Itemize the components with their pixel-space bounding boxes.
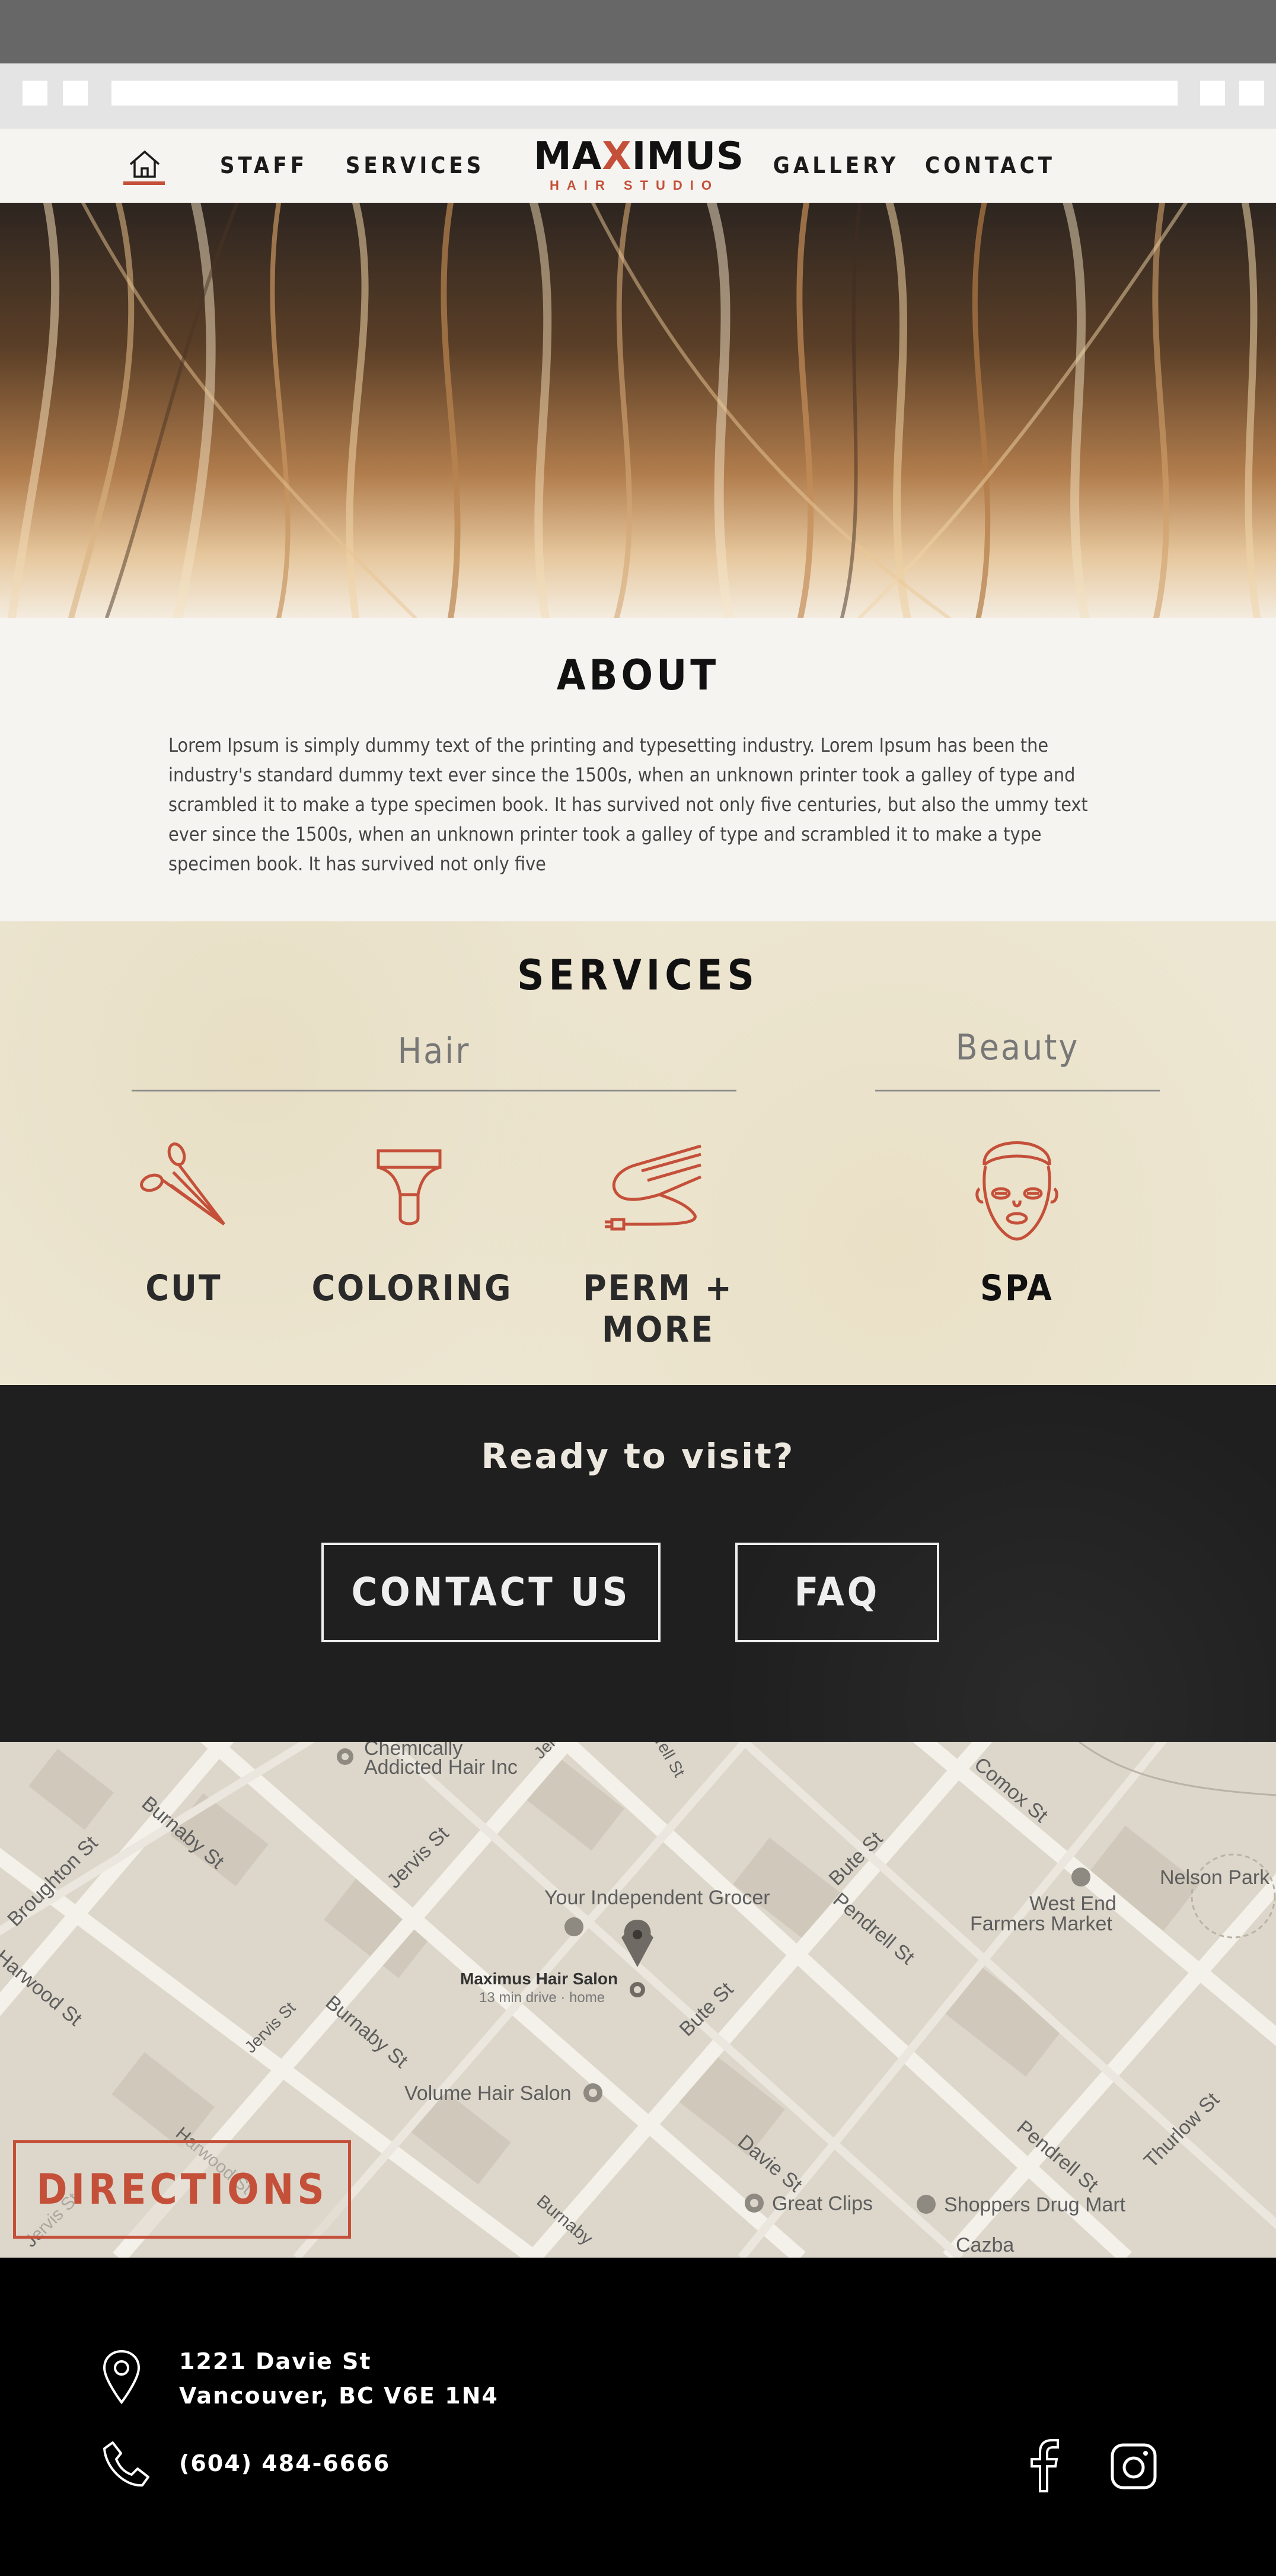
browser-back-button[interactable] [23, 81, 47, 106]
services-title: SERVICES [517, 951, 759, 1000]
map-label-farmers: Farmers Market [970, 1913, 1112, 1935]
logo-subtitle: HAIR STUDIO [550, 178, 719, 193]
footer-address-line2: Vancouver, BC V6E 1N4 [179, 2383, 499, 2409]
map-label-drive: 13 min drive · home [479, 1990, 605, 2006]
service-perm-more[interactable]: PERM + MORE [534, 1268, 783, 1351]
map-label-nelson: Nelson Park [1160, 1866, 1270, 1889]
nav-gallery[interactable]: GALLERY [771, 129, 901, 203]
map-label-maximus[interactable]: Maximus Hair Salon [460, 1969, 618, 1988]
map-label-shoppers: Shoppers Drug Mart [944, 2194, 1126, 2216]
logo[interactable]: MAXIMUS HAIR STUDIO [534, 135, 745, 197]
map-label-cazba: Cazba [956, 2234, 1015, 2256]
nav-staff[interactable]: STAFF [213, 129, 314, 203]
category-hair: Hair [397, 1030, 471, 1072]
about-text: Lorem Ipsum is simply dummy text of the … [168, 734, 1088, 875]
service-coloring[interactable]: COLORING [308, 1268, 516, 1309]
face-mask-icon[interactable] [972, 1129, 1061, 1242]
service-cut[interactable]: CUT [95, 1268, 273, 1309]
browser-extension-button[interactable] [1239, 81, 1264, 106]
active-nav-indicator [123, 181, 165, 185]
category-beauty-divider [875, 1090, 1160, 1091]
about-title: ABOUT [556, 651, 720, 700]
hair-straightener-icon[interactable] [600, 1141, 707, 1233]
browser-forward-button[interactable] [63, 81, 88, 106]
contact-us-button[interactable]: CONTACT US [321, 1543, 661, 1642]
hair-dye-brush-icon[interactable] [374, 1147, 445, 1227]
location-pin-icon [103, 2350, 141, 2405]
browser-menu-button[interactable] [1200, 81, 1225, 106]
nav-contact[interactable]: CONTACT [925, 129, 1052, 203]
directions-button[interactable]: DIRECTIONS [13, 2140, 351, 2239]
map-label-addicted: Addicted Hair Inc [364, 1756, 518, 1779]
service-spa[interactable]: SPA [928, 1268, 1106, 1309]
logo-wordmark: MAXIMUS [534, 135, 745, 178]
category-hair-divider [132, 1090, 736, 1091]
footer [0, 2258, 1276, 2576]
footer-phone[interactable]: (604) 484-6666 [179, 2446, 390, 2481]
map-label-volume: Volume Hair Salon [404, 2082, 572, 2105]
visit-title: Ready to visit? [481, 1436, 795, 1476]
hero-image [0, 203, 1276, 618]
faq-button[interactable]: FAQ [735, 1543, 939, 1642]
home-icon[interactable] [127, 149, 162, 180]
category-beauty: Beauty [955, 1027, 1080, 1068]
nav-services[interactable]: SERVICES [344, 129, 486, 203]
facebook-icon[interactable] [1026, 2437, 1063, 2494]
scissors-icon[interactable] [135, 1141, 230, 1227]
phone-icon [103, 2441, 149, 2487]
browser-title-bar [0, 0, 1276, 63]
map-label-grocer: Your Independent Grocer [544, 1886, 770, 1909]
browser-address-bar[interactable] [111, 81, 1178, 106]
map-label-great-clips: Great Clips [772, 2192, 873, 2215]
footer-address-line1: 1221 Davie St [179, 2348, 372, 2374]
instagram-icon[interactable] [1110, 2443, 1157, 2490]
